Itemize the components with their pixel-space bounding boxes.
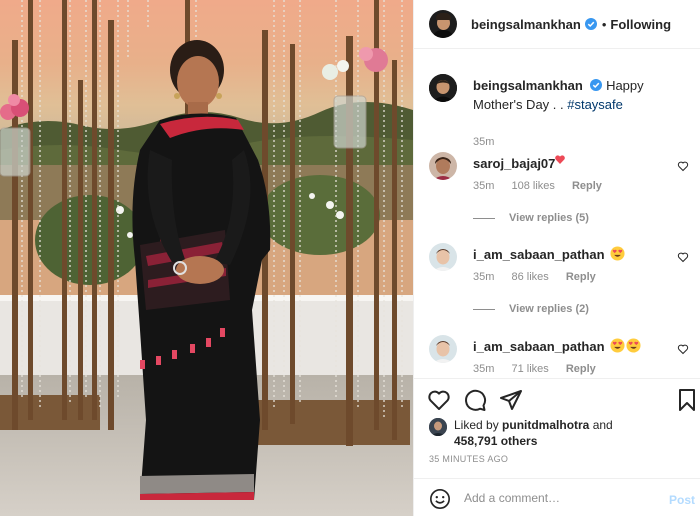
liker-avatar-image	[429, 418, 447, 436]
view-replies-label: View replies (2)	[509, 303, 589, 315]
likes-summary: Liked by punitdmalhotra and 458,791 othe…	[429, 416, 689, 452]
view-replies-line	[473, 308, 495, 310]
commenter-avatar[interactable]	[429, 152, 457, 180]
heart-icon[interactable]	[427, 388, 451, 412]
comment-item: saroj_bajaj07 35m 108 likes Reply View r…	[429, 152, 689, 232]
author-avatar[interactable]	[429, 10, 457, 38]
comment-meta: 35m 71 likes Reply	[473, 363, 610, 375]
comment-item: i_am_sabaan_pathan 35m 71 likes Reply	[429, 335, 689, 378]
caption-avatar-image	[429, 74, 457, 102]
commenter-avatar-image	[429, 243, 457, 271]
like-comment-heart-icon[interactable]	[677, 343, 689, 355]
commenter-avatar[interactable]	[429, 243, 457, 271]
comment-time[interactable]: 35m	[473, 180, 494, 192]
liker-avatar[interactable]	[429, 418, 447, 436]
comment-meta: 35m 86 likes Reply	[473, 271, 610, 283]
likes-prefix: Liked by	[454, 418, 503, 432]
comment-item: i_am_sabaan_pathan 35m 86 likes Reply Vi…	[429, 243, 689, 323]
caption-hashtag[interactable]: #staysafe	[567, 97, 623, 112]
caption-text: beingsalmankhan Happy Mother's Day . . #…	[473, 76, 683, 114]
heart-eyes-emoji	[626, 338, 641, 353]
likes-count[interactable]: 458,791 others	[454, 434, 537, 448]
caption-meta: 35m	[473, 136, 508, 148]
comment-username[interactable]: saroj_bajaj07	[473, 156, 555, 171]
heart-eyes-emoji	[610, 246, 625, 261]
separator-dot: •	[601, 16, 607, 32]
likes-text: Liked by punitdmalhotra and 458,791 othe…	[454, 417, 613, 449]
caption-avatar[interactable]	[429, 74, 457, 102]
comment-time[interactable]: 35m	[473, 363, 494, 375]
reply-button[interactable]: Reply	[566, 363, 596, 375]
comment-username[interactable]: i_am_sabaan_pathan	[473, 247, 605, 262]
comment-text: saroj_bajaj07	[473, 154, 683, 173]
heart-eyes-emoji	[610, 338, 625, 353]
comment-likes[interactable]: 108 likes	[511, 180, 554, 192]
post-button[interactable]: Post	[669, 493, 695, 507]
caption-username[interactable]: beingsalmankhan	[473, 78, 583, 93]
author-username[interactable]: beingsalmankhan	[471, 17, 581, 32]
view-replies-label: View replies (5)	[509, 212, 589, 224]
commenter-avatar-image	[429, 152, 457, 180]
view-replies-line	[473, 217, 495, 219]
post-header: beingsalmankhan • Following	[414, 0, 700, 49]
comment-text: i_am_sabaan_pathan	[473, 245, 683, 264]
comment-meta: 35m 108 likes Reply	[473, 180, 616, 192]
add-comment-bar: Post	[414, 478, 700, 516]
comment-input[interactable]	[464, 488, 644, 508]
reply-button[interactable]: Reply	[572, 180, 602, 192]
reply-button[interactable]: Reply	[566, 271, 596, 283]
red-heart-emoji	[555, 155, 566, 164]
commenter-avatar-image	[429, 335, 457, 363]
view-replies-button[interactable]: View replies (5)	[473, 212, 589, 224]
share-icon[interactable]	[499, 388, 523, 412]
following-button[interactable]: Following	[610, 17, 671, 32]
comments-list[interactable]: beingsalmankhan Happy Mother's Day . . #…	[414, 62, 700, 378]
photo-scene	[0, 0, 413, 516]
emoji-icon[interactable]	[429, 488, 451, 510]
commenter-avatar[interactable]	[429, 335, 457, 363]
like-comment-heart-icon[interactable]	[677, 160, 689, 172]
caption: beingsalmankhan Happy Mother's Day . . #…	[429, 74, 689, 148]
comment-likes[interactable]: 71 likes	[511, 363, 548, 375]
comment-likes[interactable]: 86 likes	[511, 271, 548, 283]
comment-icon[interactable]	[463, 388, 487, 412]
post-timestamp[interactable]: 35 MINUTES AGO	[429, 454, 508, 464]
bookmark-icon[interactable]	[675, 388, 699, 412]
comment-time[interactable]: 35m	[473, 271, 494, 283]
view-replies-button[interactable]: View replies (2)	[473, 303, 589, 315]
verified-badge-icon	[584, 18, 597, 30]
caption-time[interactable]: 35m	[473, 136, 494, 148]
like-comment-heart-icon[interactable]	[677, 251, 689, 263]
liker-username[interactable]: punitdmalhotra	[502, 418, 589, 432]
post-photo[interactable]	[0, 0, 413, 516]
comment-text: i_am_sabaan_pathan	[473, 337, 683, 356]
post-side-panel: beingsalmankhan • Following beingsalmank…	[413, 0, 700, 516]
verified-badge-icon	[590, 79, 603, 91]
likes-and: and	[589, 418, 613, 432]
comment-username[interactable]: i_am_sabaan_pathan	[473, 339, 605, 354]
